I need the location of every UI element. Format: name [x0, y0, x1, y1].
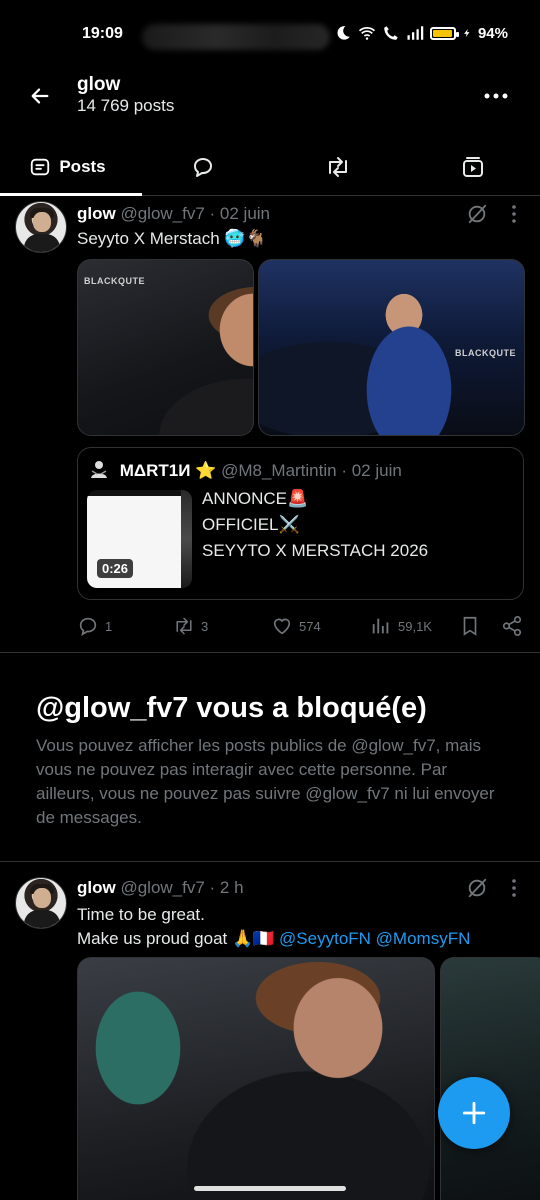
- quote-video-thumbnail[interactable]: 0:26: [87, 490, 192, 588]
- quote-header: MΔRT1И ⭐ @M8_Martintin · 02 juin: [89, 459, 402, 481]
- signal-icon: [407, 26, 424, 40]
- author-handle-date: @glow_fv7 · 02 juin: [120, 204, 271, 223]
- retweet-icon: [328, 156, 347, 177]
- more-horizontal-icon: [484, 93, 508, 99]
- blurred-notifications: [142, 24, 330, 50]
- reply-icon: [79, 617, 97, 636]
- more-options-button[interactable]: [480, 82, 512, 110]
- grok-icon[interactable]: [466, 877, 488, 899]
- post-more-icon[interactable]: [510, 878, 518, 898]
- repost-button[interactable]: 3: [173, 615, 208, 637]
- plus-icon: [462, 1101, 486, 1125]
- post-text: Seyyto X Merstach 🥶🐐: [77, 229, 267, 248]
- profile-tabs: Posts: [0, 138, 540, 196]
- blocked-notice: @glow_fv7 vous a bloqué(e) Vous pouvez a…: [36, 690, 506, 830]
- tab-replies[interactable]: [135, 138, 270, 195]
- replies-icon: [193, 157, 212, 177]
- wifi-call-icon: [384, 26, 398, 40]
- reply-button[interactable]: 1: [77, 615, 112, 637]
- status-bar: 19:09 94%: [0, 0, 540, 64]
- grok-icon[interactable]: [466, 203, 488, 225]
- status-icons: 94%: [334, 24, 508, 42]
- post-text-line: Make us proud goat 🙏🇫🇷 @SeyytoFN @MomsyF…: [77, 927, 470, 951]
- quote-text: ANNONCE🚨 OFFICIEL⚔️ SEYYTO X MERSTACH 20…: [202, 486, 428, 564]
- video-duration: 0:26: [97, 559, 134, 578]
- like-button[interactable]: 574: [271, 615, 321, 637]
- divider: [0, 652, 540, 653]
- post-image[interactable]: [77, 957, 435, 1200]
- post-header: glow @glow_fv7 · 2 h: [77, 878, 244, 898]
- profile-name: glow: [77, 74, 121, 95]
- post-actions: 1 3 574 59,1K: [77, 615, 527, 639]
- compose-button[interactable]: [438, 1077, 510, 1149]
- quoted-post[interactable]: MΔRT1И ⭐ @M8_Martintin · 02 juin 0:26 AN…: [77, 447, 524, 600]
- moon-icon: [337, 26, 350, 40]
- post[interactable]: glow @glow_fv7 · 02 juin Seyyto X Mersta…: [0, 196, 540, 651]
- mention-link[interactable]: @MomsyFN: [376, 929, 471, 948]
- post-text: Time to be great. Make us proud goat 🙏🇫🇷…: [77, 903, 470, 951]
- battery-percent: 94%: [477, 24, 508, 42]
- mention-link[interactable]: @SeyytoFN: [279, 929, 371, 948]
- post-image[interactable]: BLACKQUTE: [77, 259, 254, 436]
- quote-author-name: MΔRT1И ⭐: [119, 461, 217, 480]
- charging-icon: [464, 28, 470, 38]
- back-arrow-icon: [31, 88, 49, 104]
- heart-icon: [273, 618, 291, 635]
- post-text-segment: Make us proud goat 🙏🇫🇷: [77, 929, 280, 948]
- status-time: 19:09: [82, 25, 123, 42]
- avatar[interactable]: [15, 201, 67, 253]
- view-count: 59,1K: [398, 618, 432, 634]
- post-more-icon[interactable]: [510, 204, 518, 224]
- blocked-body: Vous pouvez afficher les posts publics d…: [36, 736, 495, 827]
- post-count: 14 769 posts: [77, 96, 175, 115]
- author-handle-date: @glow_fv7 · 2 h: [120, 878, 244, 897]
- tab-media[interactable]: [405, 138, 540, 195]
- author-name[interactable]: glow: [77, 878, 116, 897]
- media-icon: [462, 156, 483, 177]
- quote-line: SEYYTO X MERSTACH 2026: [202, 541, 429, 560]
- quote-line: OFFICIEL⚔️: [202, 515, 300, 534]
- battery-icon: [429, 26, 459, 40]
- posts-icon: [31, 158, 50, 175]
- post-header: glow @glow_fv7 · 02 juin: [77, 204, 270, 224]
- like-count: 574: [299, 618, 321, 634]
- tab-posts[interactable]: Posts: [0, 138, 142, 196]
- back-button[interactable]: [24, 80, 56, 112]
- quote-handle-date: @M8_Martintin · 02 juin: [221, 461, 402, 480]
- repost-count: 3: [201, 618, 209, 634]
- post-image[interactable]: [440, 957, 540, 1200]
- share-icon[interactable]: [501, 615, 523, 637]
- quote-line: ANNONCE🚨: [202, 489, 309, 508]
- home-indicator[interactable]: [194, 1186, 346, 1191]
- views-icon: [372, 618, 389, 634]
- quote-avatar: [91, 461, 107, 478]
- views-button[interactable]: 59,1K: [370, 615, 432, 637]
- post[interactable]: glow @glow_fv7 · 2 h Time to be great. M…: [0, 870, 540, 1200]
- bookmark-icon[interactable]: [459, 615, 481, 637]
- post-text-line: Time to be great.: [77, 905, 205, 924]
- author-name[interactable]: glow: [77, 204, 116, 223]
- tab-reposts[interactable]: [270, 138, 405, 195]
- wifi-icon: [358, 27, 376, 40]
- tab-posts-label: Posts: [59, 156, 106, 176]
- reply-count: 1: [105, 618, 113, 634]
- post-image[interactable]: BLACKQUTE: [258, 259, 525, 436]
- avatar[interactable]: [15, 877, 67, 929]
- blocked-title: @glow_fv7 vous a bloqué(e): [36, 692, 427, 724]
- profile-header: glow 14 769 posts: [0, 64, 540, 130]
- retweet-icon: [176, 617, 192, 635]
- divider: [0, 861, 540, 862]
